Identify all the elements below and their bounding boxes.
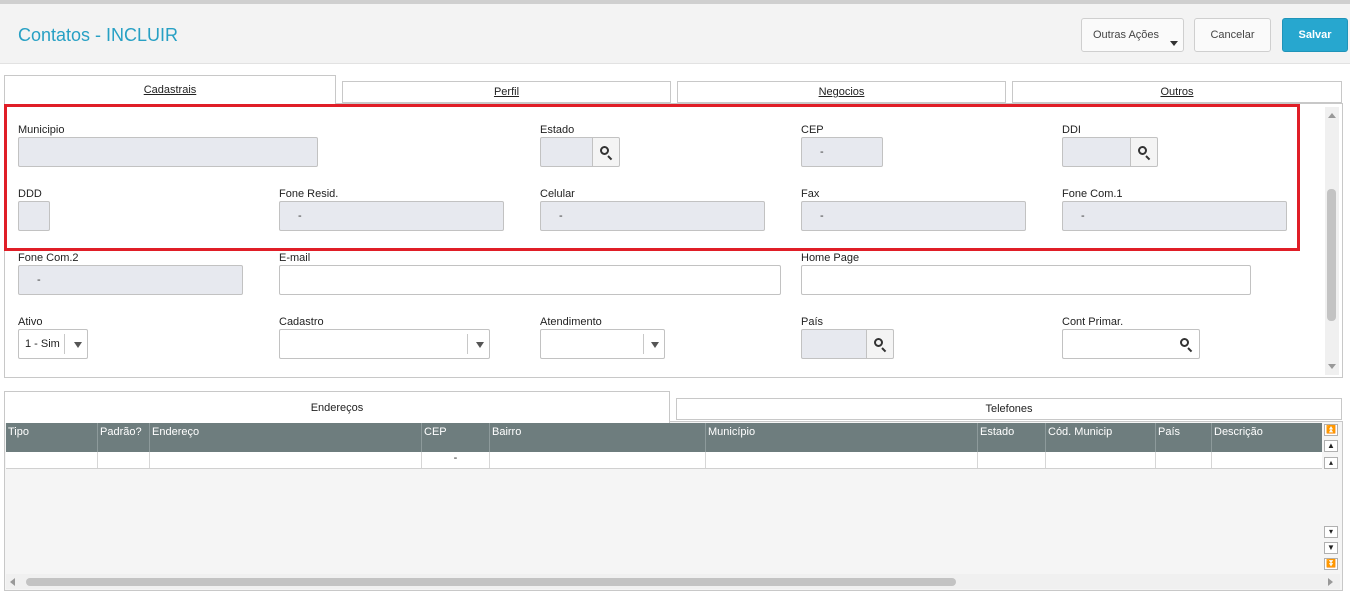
search-icon — [599, 145, 613, 160]
column-header-pais[interactable]: País — [1156, 423, 1212, 452]
tab-telefones[interactable]: Telefones — [676, 398, 1342, 420]
fone-com2-label: Fone Com.2 — [18, 252, 79, 264]
fone-com1-label: Fone Com.1 — [1062, 188, 1123, 200]
row-down-icon[interactable]: ▾ — [1324, 526, 1338, 538]
tab-cadastrais[interactable]: Cadastrais — [4, 75, 336, 104]
table-cell — [98, 452, 150, 468]
fone-resid-label: Fone Resid. — [279, 188, 339, 200]
chevron-down-icon — [476, 342, 484, 348]
table-cell — [1156, 452, 1212, 468]
table-cell — [978, 452, 1046, 468]
fone-com1-field[interactable]: - — [1062, 201, 1287, 231]
atendimento-label: Atendimento — [540, 316, 602, 328]
estado-lookup-button[interactable] — [593, 137, 620, 167]
column-header-tipo[interactable]: Tipo — [6, 423, 98, 452]
search-icon — [1179, 337, 1193, 352]
municipio-label: Municipio — [18, 124, 65, 136]
outras-acoes-label: Outras Ações — [1093, 29, 1160, 41]
cont-primar-lookup-button[interactable] — [1173, 329, 1200, 359]
scroll-thumb[interactable] — [1327, 189, 1336, 321]
cep-field[interactable]: - — [801, 137, 883, 167]
ativo-value: 1 - Sim — [25, 338, 60, 350]
grid-horizontal-scrollbar[interactable] — [6, 574, 1340, 589]
table-cell: - — [422, 452, 490, 468]
search-icon — [873, 337, 887, 352]
column-header-municipio[interactable]: Município — [706, 423, 978, 452]
table-cell — [490, 452, 706, 468]
table-row[interactable]: - — [6, 452, 1322, 469]
municipio-field[interactable] — [18, 137, 318, 167]
scroll-left-icon[interactable] — [10, 578, 15, 586]
pais-lookup-button[interactable] — [867, 329, 894, 359]
cancel-button[interactable]: Cancelar — [1194, 18, 1271, 52]
celular-label: Celular — [540, 188, 575, 200]
page-title: Contatos - INCLUIR — [18, 25, 179, 45]
table-cell — [6, 452, 98, 468]
outras-acoes-button[interactable]: Outras Ações — [1081, 18, 1184, 52]
ddi-label: DDI — [1062, 124, 1081, 136]
table-cell — [1212, 452, 1322, 468]
form-vertical-scrollbar[interactable] — [1325, 107, 1339, 375]
estado-label: Estado — [540, 124, 575, 136]
cadastro-select[interactable] — [279, 329, 490, 359]
ativo-label: Ativo — [18, 316, 43, 328]
atendimento-select[interactable] — [540, 329, 665, 359]
ddd-field[interactable] — [18, 201, 50, 231]
grid-header: Tipo Padrão? Endereço CEP Bairro Municíp… — [6, 423, 1322, 452]
table-cell — [1046, 452, 1156, 468]
table-cell — [706, 452, 978, 468]
last-page-icon[interactable]: ⏬ — [1324, 558, 1338, 570]
cep-label: CEP — [801, 124, 824, 136]
page-header: Contatos - INCLUIR Outras Ações Cancelar… — [0, 4, 1350, 64]
estado-field[interactable] — [540, 137, 593, 167]
pais-field[interactable] — [801, 329, 867, 359]
tab-negocios[interactable]: Negocios — [677, 81, 1006, 103]
cont-primar-label: Cont Primar. — [1062, 316, 1124, 328]
tab-enderecos[interactable]: Endereços — [4, 391, 670, 423]
chevron-down-icon — [74, 342, 82, 348]
ddd-label: DDD — [18, 188, 42, 200]
scroll-thumb[interactable] — [26, 578, 956, 586]
ddi-field[interactable] — [1062, 137, 1131, 167]
table-cell — [150, 452, 422, 468]
chevron-down-icon — [651, 342, 659, 348]
ddi-lookup-button[interactable] — [1131, 137, 1158, 167]
ativo-select[interactable]: 1 - Sim — [18, 329, 88, 359]
celular-field[interactable]: - — [540, 201, 765, 231]
scroll-up-icon[interactable] — [1328, 113, 1336, 118]
row-up-icon[interactable]: ▴ — [1324, 457, 1338, 469]
column-header-bairro[interactable]: Bairro — [490, 423, 706, 452]
caret-down-icon — [1170, 41, 1178, 46]
fone-com2-field[interactable]: - — [18, 265, 243, 295]
cadastro-label: Cadastro — [279, 316, 324, 328]
column-header-padrao[interactable]: Padrão? — [98, 423, 150, 452]
column-header-endereco[interactable]: Endereço — [150, 423, 422, 452]
fax-field[interactable]: - — [801, 201, 1026, 231]
scroll-down-icon[interactable] — [1328, 364, 1336, 369]
home-page-field[interactable] — [801, 265, 1251, 295]
email-label: E-mail — [279, 252, 311, 264]
tab-outros[interactable]: Outros — [1012, 81, 1342, 103]
page-down-icon[interactable]: ▼ — [1324, 542, 1338, 554]
column-header-cod-municip[interactable]: Cód. Municip — [1046, 423, 1156, 452]
page-up-icon[interactable]: ▲ — [1324, 440, 1338, 452]
column-header-cep[interactable]: CEP — [422, 423, 490, 452]
home-page-label: Home Page — [801, 252, 860, 264]
column-header-estado[interactable]: Estado — [978, 423, 1046, 452]
save-button[interactable]: Salvar — [1282, 18, 1348, 52]
fax-label: Fax — [801, 188, 820, 200]
tab-perfil[interactable]: Perfil — [342, 81, 671, 103]
search-icon — [1137, 145, 1151, 160]
column-header-descricao[interactable]: Descrição — [1212, 423, 1322, 452]
email-field[interactable] — [279, 265, 781, 295]
first-page-icon[interactable]: ⏫ — [1324, 424, 1338, 436]
scroll-right-icon[interactable] — [1328, 578, 1333, 586]
fone-resid-field[interactable]: - — [279, 201, 504, 231]
cont-primar-field[interactable] — [1062, 329, 1173, 359]
pais-label: País — [801, 316, 824, 328]
